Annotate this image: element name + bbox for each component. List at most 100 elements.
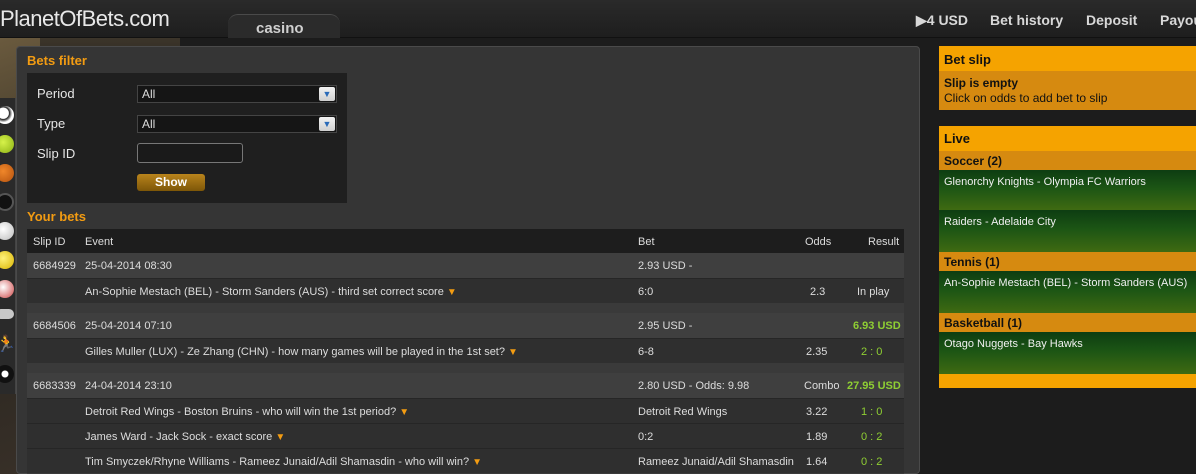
slip-result: 6.93 USD — [853, 320, 901, 332]
table-row[interactable]: 6684929 25-04-2014 08:30 2.93 USD - — [27, 253, 904, 278]
event-odds: 1.89 — [806, 431, 828, 443]
slip-id-label: Slip ID — [37, 146, 76, 161]
chevron-down-icon[interactable]: ▼ — [319, 117, 335, 131]
type-select[interactable]: All ▼ — [137, 115, 337, 133]
live-match[interactable]: Glenorchy Knights - Olympia FC Warriors — [939, 170, 1196, 210]
top-bar: PlanetOfBets.com casino ▶4 USD Bet histo… — [0, 0, 1196, 38]
period-label: Period — [37, 86, 75, 101]
expand-triangle-icon[interactable]: ▼ — [447, 287, 457, 298]
table-row[interactable]: Tim Smyczek/Rhyne Williams - Rameez Juna… — [27, 448, 904, 473]
live-match[interactable]: Otago Nuggets - Bay Hawks — [939, 332, 1196, 374]
bet-slip-title: Bet slip — [939, 46, 1196, 71]
event-odds: 3.22 — [806, 406, 828, 418]
event-result: In play — [857, 286, 890, 298]
event-bet: 6:0 — [638, 286, 654, 298]
live-panel: Live Soccer (2) Glenorchy Knights - Olym… — [939, 126, 1196, 388]
bets-table: Slip ID Event Bet Odds Result 6684929 25… — [27, 229, 904, 474]
live-title: Live — [944, 131, 971, 146]
event-result: 1 : 0 — [861, 406, 883, 418]
event-bet: 0:2 — [638, 431, 654, 443]
type-label: Type — [37, 116, 66, 131]
live-match[interactable]: An-Sophie Mestach (BEL) - Storm Sanders … — [939, 271, 1196, 313]
your-bets-title: Your bets — [27, 209, 86, 224]
event-bet: Rameez Junaid/Adil Shamasdin — [638, 456, 794, 468]
live-category-basketball[interactable]: Basketball (1) — [939, 313, 1196, 332]
tennis-icon[interactable] — [0, 135, 14, 153]
slip-stake: 2.95 USD - — [638, 320, 693, 332]
event-name: Tim Smyczek/Rhyne Williams - Rameez Juna… — [85, 456, 482, 468]
slip-result: 27.95 USD — [847, 380, 901, 392]
running-icon[interactable]: 🏃 — [0, 336, 16, 354]
slip-id-input[interactable] — [137, 143, 243, 163]
event-name: Detroit Red Wings - Boston Bruins - who … — [85, 406, 409, 418]
live-match[interactable]: Raiders - Adelaide City — [939, 210, 1196, 252]
slip-id: 6684506 — [33, 320, 76, 332]
event-name: An-Sophie Mestach (BEL) - Storm Sanders … — [85, 286, 457, 298]
col-result: Result — [868, 236, 900, 248]
table-row[interactable]: 6684506 25-04-2014 07:10 2.95 USD - 6.93… — [27, 313, 904, 338]
live-category-tennis[interactable]: Tennis (1) — [939, 252, 1196, 271]
table-row[interactable]: 6683339 24-04-2014 23:10 2.80 USD - Odds… — [27, 373, 904, 398]
event-name: James Ward - Jack Sock - exact score ▼ — [85, 431, 285, 443]
live-category-soccer[interactable]: Soccer (2) — [939, 151, 1196, 170]
bets-filter-title: Bets filter — [27, 53, 87, 68]
page-root: PlanetOfBets.com casino ▶4 USD Bet histo… — [0, 0, 1196, 474]
slip-date: 25-04-2014 07:10 — [85, 320, 172, 332]
event-bet: Detroit Red Wings — [638, 406, 728, 418]
bets-filter: Period All ▼ Type All ▼ Slip ID Show — [27, 73, 347, 203]
bet-slip-panel: Bet slip Slip is empty Click on odds to … — [939, 46, 1196, 110]
slip-date: 24-04-2014 23:10 — [85, 380, 172, 392]
event-name: Gilles Muller (LUX) - Ze Zhang (CHN) - h… — [85, 346, 518, 358]
football-icon[interactable] — [0, 309, 14, 319]
expand-triangle-icon[interactable]: ▼ — [472, 457, 482, 468]
sports-sidebar: 🏃 — [0, 98, 16, 394]
event-text: Gilles Muller (LUX) - Ze Zhang (CHN) - h… — [85, 346, 505, 358]
table-row[interactable]: Gilles Muller (LUX) - Ze Zhang (CHN) - h… — [27, 338, 904, 363]
event-text: James Ward - Jack Sock - exact score — [85, 431, 273, 443]
nav-deposit[interactable]: Deposit — [1086, 12, 1137, 28]
event-text: Detroit Red Wings - Boston Bruins - who … — [85, 406, 397, 418]
chevron-down-icon[interactable]: ▼ — [319, 87, 335, 101]
event-odds: 2.35 — [806, 346, 828, 358]
event-odds: 2.3 — [810, 286, 826, 298]
col-bet: Bet — [638, 236, 655, 248]
expand-triangle-icon[interactable]: ▼ — [508, 347, 518, 358]
col-event: Event — [85, 236, 114, 248]
site-logo[interactable]: PlanetOfBets.com — [0, 6, 170, 32]
period-select-value: All — [142, 87, 156, 101]
bet-slip-empty-text: Slip is empty — [944, 76, 1019, 90]
event-odds: 1.64 — [806, 456, 828, 468]
show-button[interactable]: Show — [137, 174, 205, 191]
slip-date: 25-04-2014 08:30 — [85, 260, 172, 272]
table-row[interactable]: Detroit Red Wings - Boston Bruins - who … — [27, 398, 904, 423]
expand-triangle-icon[interactable]: ▼ — [399, 407, 409, 418]
snooker-icon[interactable] — [0, 365, 14, 383]
table-row[interactable]: James Ward - Jack Sock - exact score ▼ 0… — [27, 423, 904, 448]
volleyball-icon[interactable] — [0, 251, 14, 269]
soccer-icon[interactable] — [0, 106, 14, 124]
period-select[interactable]: All ▼ — [137, 85, 337, 103]
nav-bet-history[interactable]: Bet history — [990, 12, 1063, 28]
bet-slip-hint: Click on odds to add bet to slip — [944, 91, 1108, 105]
expand-triangle-icon[interactable]: ▼ — [275, 432, 285, 443]
tab-casino-label: casino — [256, 20, 304, 37]
row-gap — [27, 303, 904, 313]
col-odds: Odds — [805, 236, 832, 248]
event-result: 0 : 2 — [861, 456, 883, 468]
col-slip-id: Slip ID — [33, 236, 66, 248]
nav-payout[interactable]: Payou — [1160, 12, 1196, 28]
slip-stake: 2.93 USD - — [638, 260, 693, 272]
baseball-icon[interactable] — [0, 222, 14, 240]
row-gap — [27, 363, 904, 373]
rugby-icon[interactable] — [0, 280, 14, 298]
hockey-icon[interactable] — [0, 193, 14, 211]
tab-casino[interactable]: casino — [228, 14, 340, 38]
event-text: Tim Smyczek/Rhyne Williams - Rameez Juna… — [85, 456, 470, 468]
slip-type: Combo — [804, 380, 840, 392]
table-row[interactable]: An-Sophie Mestach (BEL) - Storm Sanders … — [27, 278, 904, 303]
balance-indicator[interactable]: ▶4 USD — [916, 12, 968, 29]
basketball-icon[interactable] — [0, 164, 14, 182]
slip-stake: 2.80 USD - Odds: 9.98 — [638, 380, 750, 392]
slip-id: 6684929 — [33, 260, 76, 272]
event-bet: 6-8 — [638, 346, 654, 358]
